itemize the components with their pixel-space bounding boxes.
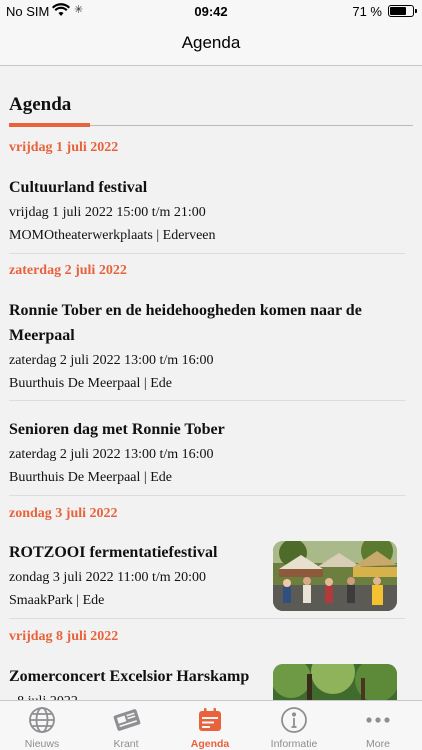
calendar-icon [196,706,224,734]
forest-concert-photo[interactable] [273,664,397,700]
event-location: MOMOtheaterwerkplaats | Ederveen [9,228,216,243]
event-location: Buurthuis De Meerpaal | Ede [9,376,172,391]
tab-label: Krant [113,738,139,750]
nav-title: Agenda [181,33,241,52]
event-title: Cultuurland festival [9,179,148,196]
tab-informatie[interactable]: Informatie [252,701,336,750]
event-title: Zomerconcert Excelsior Harskamp [9,668,250,685]
event-item[interactable]: Ronnie Tober en de heidehoogheden komen … [9,298,405,395]
battery-percentage: 71 % [352,4,382,19]
divider [9,618,405,619]
tab-bar: Nieuws Krant Agenda Informatie More [0,700,422,750]
event-time: vrijdag 1 juli 2022 15:00 t/m 21:00 [9,205,206,220]
tab-label: Nieuws [24,738,60,750]
tab-agenda[interactable]: Agenda [168,701,252,750]
tab-krant[interactable]: Krant [84,701,168,750]
event-title: Ronnie Tober en de heidehoogheden komen … [9,302,362,344]
event-time: zaterdag 2 juli 2022 13:00 t/m 16:00 [9,353,214,368]
date-header: vrijdag 1 juli 2022 [9,140,119,155]
event-item[interactable]: ROTZOOI fermentatiefestival zondag 3 jul… [9,540,267,612]
tab-label: More [366,738,390,750]
event-location: Buurthuis De Meerpaal | Ede [9,470,172,485]
globe-icon [28,706,56,734]
divider [9,400,405,401]
event-time: zondag 3 juli 2022 11:00 t/m 20:00 [9,570,207,585]
page-title: Agenda [9,94,72,115]
tab-more[interactable]: More [336,701,420,750]
event-item[interactable]: Zomerconcert Excelsior Harskamp - 8 juli… [9,664,267,700]
more-icon [364,706,392,734]
event-location: SmaakPark | Ede [9,593,105,608]
date-header: zondag 3 juli 2022 [9,506,118,521]
tab-nieuws[interactable]: Nieuws [0,701,84,750]
navigation-bar: Agenda [0,22,422,66]
divider [9,495,405,496]
event-item[interactable]: Cultuurland festival vrijdag 1 juli 2022… [9,175,405,247]
event-title: Senioren dag met Ronnie Tober [9,421,225,438]
divider [9,253,405,254]
status-bar: No SIM ✳ 09:42 71 % [0,0,422,22]
tab-label: Agenda [190,738,230,750]
heading-accent-bar [9,123,90,127]
event-time: zaterdag 2 juli 2022 13:00 t/m 16:00 [9,447,214,462]
event-item[interactable]: Senioren dag met Ronnie Tober zaterdag 2… [9,417,405,489]
date-header: zaterdag 2 juli 2022 [9,263,127,278]
tab-label: Informatie [270,738,318,750]
event-time: - 8 juli 2022 [9,690,267,700]
battery-icon [388,5,417,17]
date-header: vrijdag 8 juli 2022 [9,629,119,644]
info-icon [280,706,308,734]
event-title: ROTZOOI fermentatiefestival [9,544,218,561]
agenda-list[interactable]: Agenda vrijdag 1 juli 2022 Cultuurland f… [0,67,422,700]
newspaper-icon [112,706,141,734]
market-stalls-photo[interactable] [273,541,397,611]
